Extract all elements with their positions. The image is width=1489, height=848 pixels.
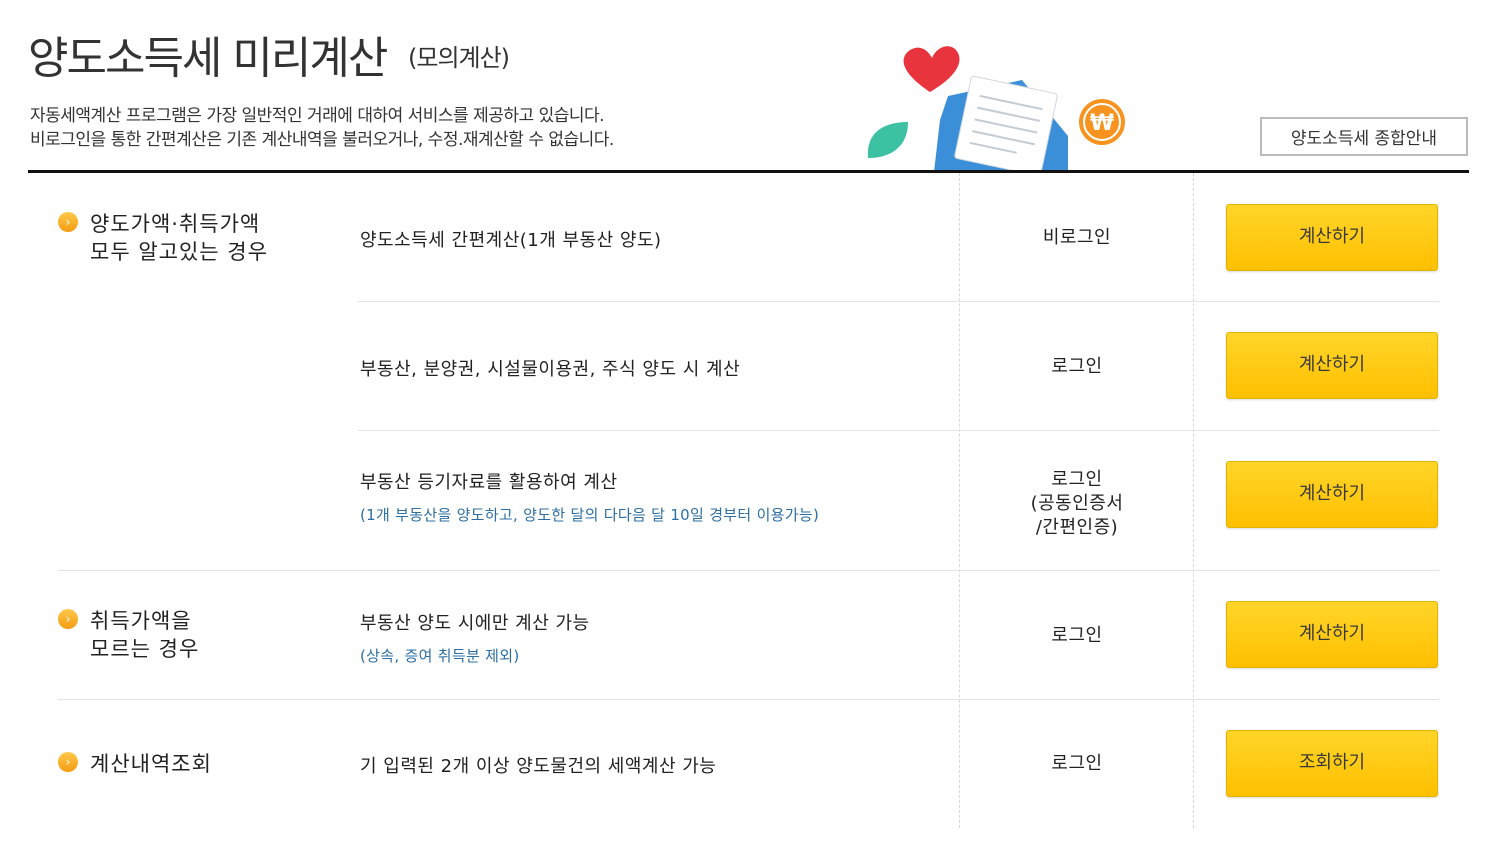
leaf-icon: [867, 122, 908, 158]
inquiry-button[interactable]: 조회하기: [1226, 730, 1438, 797]
row-divider: [58, 699, 1439, 700]
service-title: 부동산 등기자료를 활용하여 계산: [360, 472, 618, 493]
tax-guide-button[interactable]: 양도소득세 종합안내: [1260, 117, 1468, 156]
service-note: (상속, 증여 취득분 제외): [360, 647, 520, 665]
service-title: 부동산, 분양권, 시설물이용권, 주식 양도 시 계산: [360, 359, 741, 380]
header-illustration: ₩: [867, 46, 1125, 172]
description-line-2: 비로그인을 통한 간편계산은 기존 계산내역을 불러오거나, 수정.재계산할 수…: [30, 130, 614, 150]
header-divider: [28, 170, 1469, 173]
auth-label: 로그인: [1051, 469, 1103, 490]
service-item: 부동산 등기자료를 활용하여 계산 (1개 부동산을 양도하고, 양도한 달의 …: [360, 468, 819, 525]
category-label: 양도가액·취득가액: [90, 212, 261, 236]
service-item: 기 입력된 2개 이상 양도물건의 세액계산 가능: [360, 752, 716, 778]
category-label: 모두 알고있는 경우: [90, 240, 268, 264]
chevron-right-icon: ›: [58, 212, 78, 232]
heart-icon: [903, 46, 960, 92]
auth-label: (공동인증서: [1030, 493, 1124, 514]
auth-label: 로그인: [1051, 356, 1103, 377]
svg-text:₩: ₩: [1090, 111, 1114, 136]
service-title: 양도소득세 간편계산(1개 부동산 양도): [360, 230, 662, 251]
auth-type: 로그인: [960, 752, 1194, 776]
category-unknown-acquisition: › 취득가액을 모르는 경우: [58, 607, 199, 663]
envelope-icon: [934, 75, 1068, 172]
calculate-button[interactable]: 계산하기: [1226, 601, 1438, 668]
service-item: 양도소득세 간편계산(1개 부동산 양도): [360, 226, 662, 252]
won-coin-icon: ₩: [1079, 99, 1125, 145]
category-label: 모르는 경우: [90, 637, 200, 661]
auth-label: 로그인: [1051, 625, 1103, 646]
chevron-right-icon: ›: [58, 752, 78, 772]
service-title: 기 입력된 2개 이상 양도물건의 세액계산 가능: [360, 756, 717, 777]
description-line-1: 자동세액계산 프로그램은 가장 일반적인 거래에 대하여 서비스를 제공하고 있…: [30, 106, 605, 126]
category-label: 계산내역조회: [90, 752, 212, 776]
service-note: (1개 부동산을 양도하고, 양도한 달의 다다음 달 10일 경부터 이용가능…: [360, 506, 820, 524]
auth-type: 로그인: [960, 624, 1194, 648]
row-divider: [358, 301, 1439, 302]
calculate-button[interactable]: 계산하기: [1226, 332, 1438, 399]
calculate-button[interactable]: 계산하기: [1226, 204, 1438, 271]
row-divider: [58, 570, 1439, 571]
category-label: 취득가액을: [90, 609, 192, 633]
page-title-sub: (모의계산): [408, 44, 510, 72]
auth-label: 비로그인: [1042, 227, 1112, 248]
chevron-right-icon: ›: [58, 609, 78, 629]
auth-type: 로그인: [960, 355, 1194, 379]
calculate-button[interactable]: 계산하기: [1226, 461, 1438, 528]
service-item: 부동산, 분양권, 시설물이용권, 주식 양도 시 계산: [360, 355, 740, 381]
auth-type: 로그인 (공동인증서 /간편인증): [960, 468, 1194, 540]
auth-type: 비로그인: [960, 226, 1194, 250]
page-title: 양도소득세 미리계산: [28, 33, 388, 84]
auth-label: 로그인: [1051, 753, 1103, 774]
service-item: 부동산 양도 시에만 계산 가능 (상속, 증여 취득분 제외): [360, 609, 590, 666]
category-know-both: › 양도가액·취득가액 모두 알고있는 경우: [58, 210, 268, 266]
row-divider: [358, 430, 1439, 431]
category-history: › 계산내역조회: [58, 750, 212, 778]
auth-label: /간편인증): [1035, 517, 1119, 538]
service-title: 부동산 양도 시에만 계산 가능: [360, 613, 590, 634]
